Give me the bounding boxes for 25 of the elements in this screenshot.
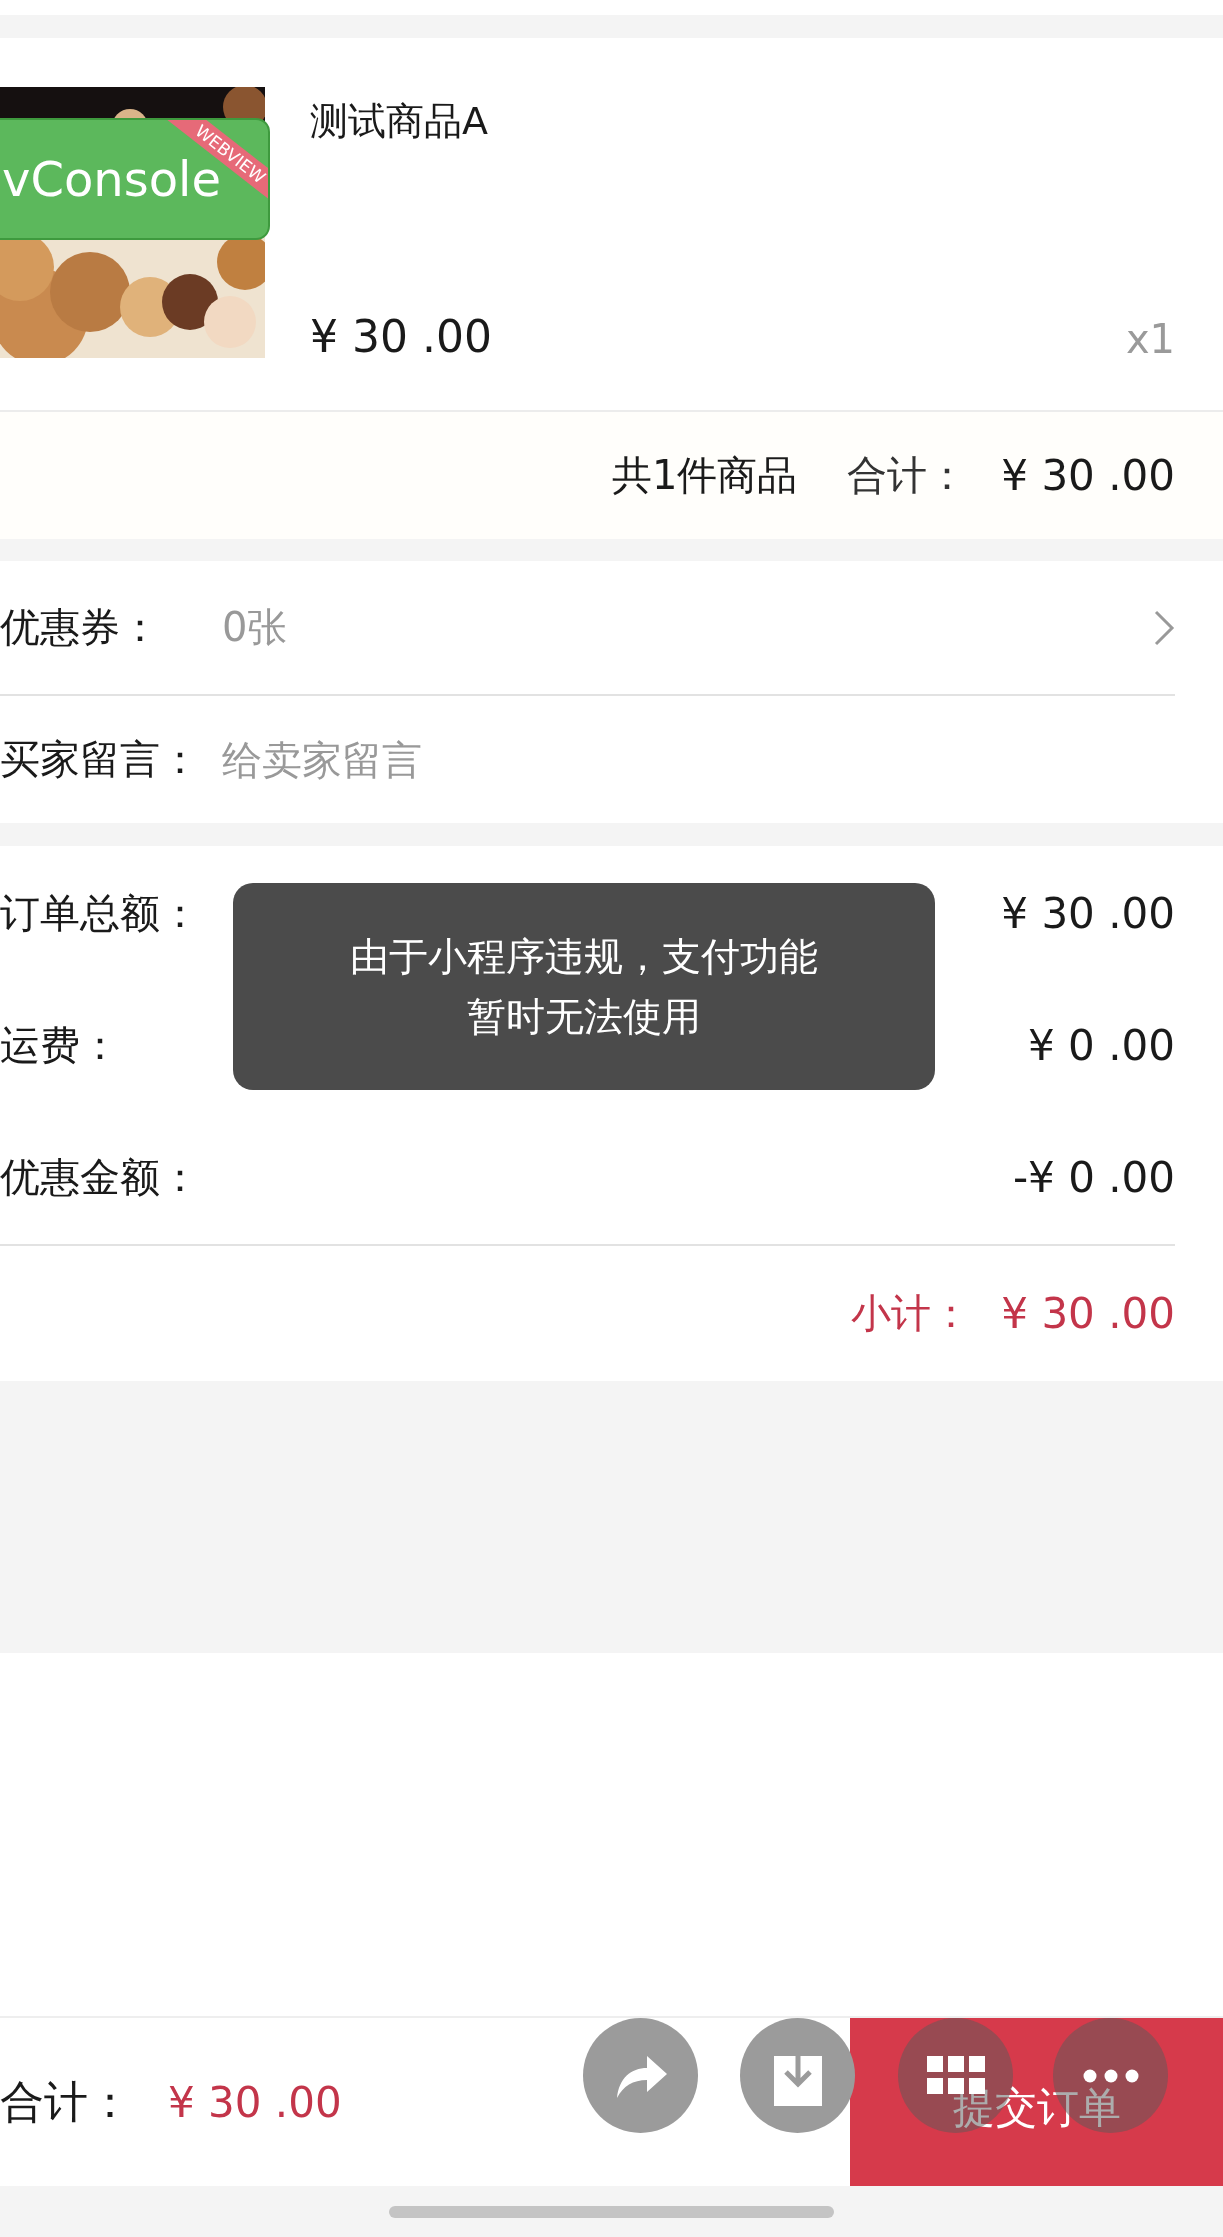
subtotal-label: 小计： (851, 1289, 972, 1338)
coupon-value: 0张 (222, 603, 288, 652)
message-field[interactable]: 给卖家留言 (222, 736, 1175, 783)
amount-label: 订单总额： (0, 888, 201, 938)
toast-text: 暂时无法使用 (467, 992, 701, 1041)
message-label: 买家留言： (0, 735, 201, 784)
total-label: 合计： (847, 451, 968, 500)
total-amount: ¥ 30 .00 (1001, 451, 1175, 500)
amount-label: 优惠金额： (0, 1152, 201, 1202)
chevron-right-icon (1153, 608, 1175, 647)
amount-value: ¥ 30 .00 (1001, 888, 1175, 938)
amount-label: 运费： (0, 1020, 121, 1070)
product-quantity: x1 (1125, 316, 1175, 362)
product-price: ¥ 30 .00 (310, 311, 492, 362)
item-count: 共1件商品 (611, 451, 798, 500)
coupon-row[interactable]: 优惠券： 0张 (0, 561, 1175, 696)
toast-text: 由于小程序违规，支付功能 (350, 932, 818, 981)
total-label: 合计： (0, 2074, 132, 2129)
product-name: 测试商品A (310, 98, 489, 145)
coupon-label: 优惠券： (0, 603, 161, 652)
subtotal-amount: ¥ 30 .00 (1001, 1289, 1175, 1338)
more-icon (1082, 2068, 1139, 2083)
total-amount: ¥ 30 .00 (168, 2077, 342, 2127)
amount-value: -¥ 0 .00 (1012, 1152, 1175, 1202)
amount-value: ¥ 0 .00 (1028, 1020, 1175, 1070)
